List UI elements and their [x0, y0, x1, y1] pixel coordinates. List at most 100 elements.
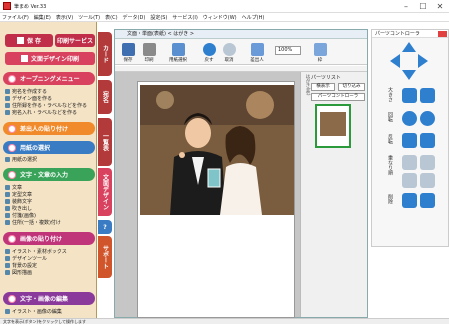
print-icon: [20, 55, 28, 62]
image-item[interactable]: イラスト・素材ボックス: [5, 248, 67, 255]
tab-card[interactable]: カード: [98, 32, 112, 76]
move-left-icon[interactable]: [390, 54, 400, 68]
text-item[interactable]: 付箋(画像): [5, 212, 36, 219]
delete-label: 削除: [387, 194, 393, 204]
save-button[interactable]: 保 存: [5, 34, 53, 47]
parts-controller-button[interactable]: パーツコントローラ: [311, 93, 365, 101]
opening-item[interactable]: 宛名を作成する: [5, 88, 47, 95]
close-button[interactable]: ✕: [433, 2, 447, 11]
edit-header[interactable]: 文字・画像の編集: [3, 292, 95, 305]
size-label: 大きさ: [387, 87, 393, 102]
undo-tool[interactable]: 戻す: [199, 41, 219, 63]
bring-front-icon[interactable]: [402, 173, 417, 188]
parts-controller: パーツコントローラ 大きさ 回転 反転 重なり順 削除: [371, 29, 449, 247]
save-icon: [16, 37, 24, 44]
minimize-button[interactable]: –: [399, 2, 413, 11]
text-input-header[interactable]: 文字・文章の入力: [3, 168, 95, 181]
image-paste-header[interactable]: 画像の貼り付け: [3, 232, 95, 245]
menu-table[interactable]: 表(C): [105, 14, 117, 21]
send-backward-icon[interactable]: [420, 155, 435, 170]
image-small-icon: [5, 249, 10, 254]
wedding-photo[interactable]: [140, 85, 294, 215]
image-item[interactable]: 背景の設定: [5, 262, 37, 269]
frame-tool[interactable]: 枠: [310, 41, 330, 63]
maximize-button[interactable]: ☐: [416, 2, 430, 11]
document-window: 文面・単面(表紙) < はがき > 保存 印刷 用紙選択 戻す 取消 差出人 1…: [114, 29, 368, 318]
trash-icon[interactable]: [420, 193, 435, 208]
printer-icon: [142, 43, 156, 56]
image-item[interactable]: 図形描画: [5, 269, 32, 276]
paper-icon: [171, 43, 185, 56]
tab-support[interactable]: サポート: [98, 236, 112, 278]
opening-item[interactable]: デザイン面を作る: [5, 95, 52, 102]
opening-menu-header[interactable]: オープニングメニュー: [3, 72, 95, 85]
tab-address[interactable]: 宛名: [98, 80, 112, 114]
flip-vertical-icon[interactable]: [420, 133, 435, 148]
menu-data[interactable]: データ(D): [123, 14, 146, 21]
text-item[interactable]: 文章: [5, 184, 22, 191]
shrink-icon[interactable]: [420, 88, 435, 103]
menu-view[interactable]: 表示(V): [56, 14, 73, 21]
image-icon: [8, 234, 16, 243]
image-small-icon: [5, 270, 10, 275]
edit-item[interactable]: イラスト・画像の編集: [5, 308, 62, 315]
sender-icon: [250, 43, 264, 56]
help-button[interactable]: ?: [98, 220, 112, 234]
side-tabs: カード 宛名 一覧表 文面デザイン ? サポート: [98, 30, 112, 320]
move-down-icon[interactable]: [402, 70, 416, 80]
menu-edit[interactable]: 編集(E): [34, 14, 51, 21]
menu-file[interactable]: ファイル(F): [2, 14, 29, 21]
left-panel: 保 存 印刷サービス 文面デザイン印刷 オープニングメニュー 宛名を作成する デ…: [0, 22, 97, 320]
edit-icon: [8, 294, 16, 303]
design-print-button[interactable]: 文面デザイン印刷: [5, 52, 95, 65]
sender-icon: [8, 124, 16, 133]
redo-tool[interactable]: 取消: [219, 41, 239, 63]
undo-move-icon[interactable]: [402, 193, 417, 208]
toolbar: 保存 印刷 用紙選択 戻す 取消 差出人 100% 枠: [115, 39, 367, 65]
send-back-icon[interactable]: [420, 173, 435, 188]
menu-help[interactable]: ヘルプ(H): [242, 14, 265, 21]
horizontal-view-button[interactable]: 横表示: [311, 83, 335, 91]
thumbnail-image: [320, 112, 346, 136]
tab-list[interactable]: 一覧表: [98, 118, 112, 166]
text-item[interactable]: 住所(一括・複数)付け: [5, 219, 61, 226]
flip-horizontal-icon[interactable]: [402, 133, 417, 148]
print-service-button[interactable]: 印刷サービス: [55, 34, 95, 47]
menu-window[interactable]: ウィンドウ(W): [203, 14, 237, 21]
rotate-label: 回転: [387, 112, 393, 122]
text-icon: [8, 170, 16, 179]
title-bar: 筆まめ Ver.33 – ☐ ✕: [0, 0, 449, 13]
rotate-right-icon[interactable]: [420, 111, 435, 126]
paper-select-tool[interactable]: 用紙選択: [164, 41, 192, 63]
move-right-icon[interactable]: [418, 54, 428, 68]
text-item[interactable]: 定型文章: [5, 191, 32, 198]
sender-tool[interactable]: 差出人: [245, 41, 269, 63]
paper-select-header[interactable]: 用紙の選択: [3, 141, 95, 154]
enlarge-icon[interactable]: [402, 88, 417, 103]
text-item[interactable]: 装飾文字: [5, 198, 32, 205]
print-tool[interactable]: 印刷: [139, 41, 159, 63]
menu-settings[interactable]: 設定(S): [150, 14, 167, 21]
move-up-icon[interactable]: [402, 42, 416, 52]
text-small-icon: [5, 213, 10, 218]
tab-design[interactable]: 文面デザイン: [98, 168, 112, 216]
zoom-select[interactable]: 100%: [275, 46, 301, 55]
bring-forward-icon[interactable]: [402, 155, 417, 170]
postcard-page[interactable]: [137, 81, 295, 318]
cut-button[interactable]: 切り込み: [338, 83, 365, 91]
save-tool[interactable]: 保存: [118, 41, 138, 63]
image-item[interactable]: デザインツール: [5, 255, 47, 262]
paper-item[interactable]: 用紙の選択: [5, 156, 37, 163]
menu-services[interactable]: サービス(I): [172, 14, 197, 21]
opening-item[interactable]: 住所録を作る・ラベルなどを作る: [5, 102, 87, 109]
opening-item[interactable]: 宛名入れ・ラベルなどを作る: [5, 109, 77, 116]
menu-tools[interactable]: ツール(T): [78, 14, 100, 21]
part-thumbnail[interactable]: [315, 104, 351, 148]
rotate-left-icon[interactable]: [402, 111, 417, 126]
paper-small-icon: [5, 157, 10, 162]
stickers-header[interactable]: 差出人の貼り付け: [3, 122, 95, 135]
status-bar: 文字を表示(ボタン)をクリックして操作します: [0, 318, 449, 324]
text-small-icon: [5, 199, 10, 204]
controller-close-icon[interactable]: [438, 31, 447, 37]
text-item[interactable]: 吹き出し: [5, 205, 32, 212]
